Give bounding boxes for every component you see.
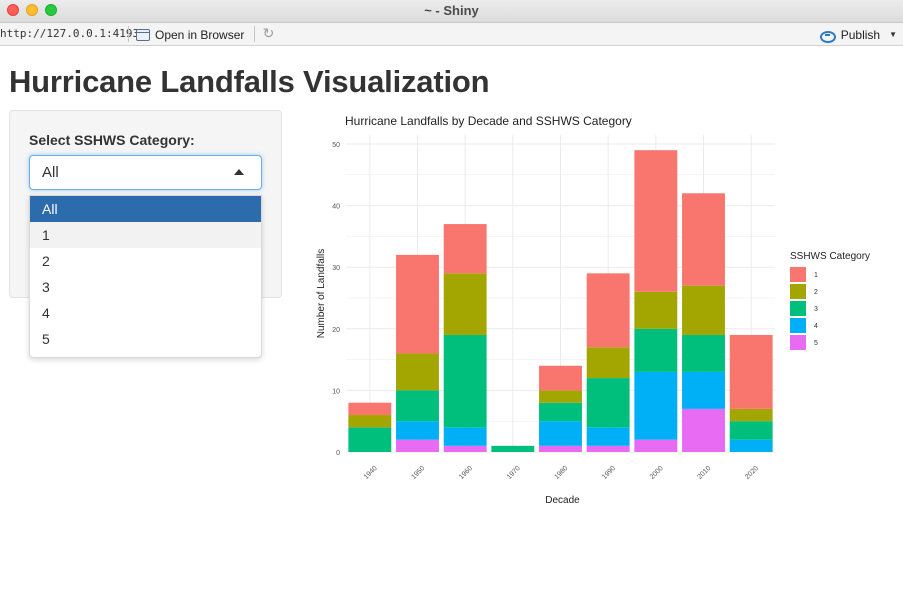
viewer-toolbar: http://127.0.0.1:4193 Open in Browser ↻ …	[0, 23, 903, 46]
bar-segment-cat1	[443, 224, 487, 274]
bar-segment-cat3	[348, 427, 392, 452]
legend-key-cat1	[790, 267, 806, 282]
chart-title: Hurricane Landfalls by Decade and SSHWS …	[345, 114, 632, 128]
legend-label: 1	[814, 272, 818, 279]
x-tick-label: 2000	[649, 465, 665, 481]
bar-segment-cat5	[682, 408, 725, 452]
dropdown-option[interactable]: 1	[30, 222, 261, 248]
bar-segment-cat5	[586, 445, 630, 452]
y-tick-label: 50	[332, 142, 340, 149]
dropdown-option[interactable]: 5	[30, 326, 261, 352]
category-select-label: Select SSHWS Category:	[29, 132, 195, 148]
x-tick-label: 1960	[458, 465, 474, 481]
open-in-browser-label: Open in Browser	[155, 27, 245, 42]
category-select[interactable]: All	[29, 155, 262, 190]
legend-label: 2	[814, 289, 818, 296]
bar-segment-cat2	[586, 347, 630, 379]
bar-segment-cat3	[396, 390, 439, 422]
bar-segment-cat1	[539, 365, 582, 391]
browser-window-icon	[136, 28, 150, 41]
toolbar-divider	[128, 26, 129, 42]
window-titlebar: ~ - Shiny	[0, 0, 903, 23]
y-tick-label: 0	[336, 450, 340, 457]
refresh-icon[interactable]: ↻	[261, 26, 276, 41]
select-current-value: All	[42, 164, 59, 181]
bar-segment-cat2	[539, 390, 582, 403]
legend-title: SSHWS Category	[790, 251, 870, 262]
bar-segment-cat4	[539, 421, 582, 446]
bar-segment-cat2	[729, 408, 773, 422]
category-dropdown-menu: All 1 2 3 4 5	[29, 195, 262, 358]
bar-segment-cat5	[634, 439, 678, 452]
bar-segment-cat5	[443, 445, 487, 452]
bar-segment-cat3	[634, 328, 678, 372]
bar-segment-cat2	[682, 285, 725, 335]
bar-segment-cat4	[682, 371, 725, 409]
bar-segment-cat4	[586, 427, 630, 446]
bar-segment-cat4	[396, 421, 439, 440]
page-title: Hurricane Landfalls Visualization	[9, 64, 490, 99]
landfalls-chart: Hurricane Landfalls by Decade and SSHWS …	[316, 114, 870, 506]
legend-key-cat5	[790, 335, 806, 350]
dropdown-option[interactable]: 4	[30, 300, 261, 326]
x-tick-label: 1940	[363, 465, 379, 481]
bar-segment-cat2	[396, 353, 439, 391]
legend-label: 3	[814, 306, 818, 313]
bar-segment-cat3	[443, 334, 487, 428]
bar-segment-cat2	[443, 273, 487, 335]
legend-label: 5	[814, 340, 818, 347]
chevron-down-icon: ▼	[889, 30, 897, 39]
dropdown-option[interactable]: All	[30, 196, 261, 222]
bar-segment-cat4	[634, 371, 678, 440]
bar-segment-cat1	[634, 150, 678, 292]
publish-icon	[819, 29, 836, 43]
open-in-browser-button[interactable]: Open in Browser	[136, 26, 244, 43]
y-axis-label: Number of Landfalls	[316, 249, 327, 339]
bar-segment-cat2	[634, 291, 678, 329]
url-text[interactable]: http://127.0.0.1:4193	[0, 27, 139, 40]
x-tick-label: 2020	[744, 465, 760, 481]
x-tick-label: 1980	[553, 465, 569, 481]
bar-segment-cat1	[682, 193, 725, 286]
y-tick-label: 40	[332, 204, 340, 211]
x-tick-label: 1950	[410, 465, 426, 481]
legend-label: 4	[814, 323, 818, 330]
y-tick-label: 20	[332, 327, 340, 334]
x-tick-label: 2010	[696, 465, 712, 481]
x-axis-label: Decade	[545, 495, 580, 506]
bar-segment-cat3	[586, 378, 630, 428]
legend-key-cat2	[790, 284, 806, 299]
bar-segment-cat3	[682, 334, 725, 372]
bar-segment-cat4	[443, 427, 487, 446]
toolbar-divider	[254, 26, 255, 42]
bar-segment-cat5	[396, 439, 439, 452]
bar-segment-cat3	[539, 402, 582, 422]
publish-button[interactable]: Publish ▼	[819, 26, 897, 43]
bar-segment-cat5	[539, 445, 582, 452]
x-tick-label: 1970	[506, 465, 522, 481]
dropdown-option[interactable]: 3	[30, 274, 261, 300]
bar-segment-cat1	[586, 273, 630, 348]
bar-segment-cat3	[491, 445, 535, 452]
window-title: ~ - Shiny	[424, 3, 479, 18]
dropdown-option[interactable]: 2	[30, 248, 261, 274]
x-tick-label: 1990	[601, 465, 617, 481]
chevron-up-icon	[234, 169, 244, 175]
bar-segment-cat4	[729, 439, 773, 452]
y-tick-label: 10	[332, 388, 340, 395]
bar-segment-cat2	[348, 415, 392, 428]
y-tick-label: 30	[332, 265, 340, 272]
bar-segment-cat1	[396, 254, 439, 354]
bar-segment-cat1	[729, 334, 773, 409]
publish-label: Publish	[840, 27, 881, 42]
bar-segment-cat1	[348, 402, 392, 416]
bar-segment-cat3	[729, 421, 773, 440]
legend-key-cat3	[790, 301, 806, 316]
legend-key-cat4	[790, 318, 806, 333]
